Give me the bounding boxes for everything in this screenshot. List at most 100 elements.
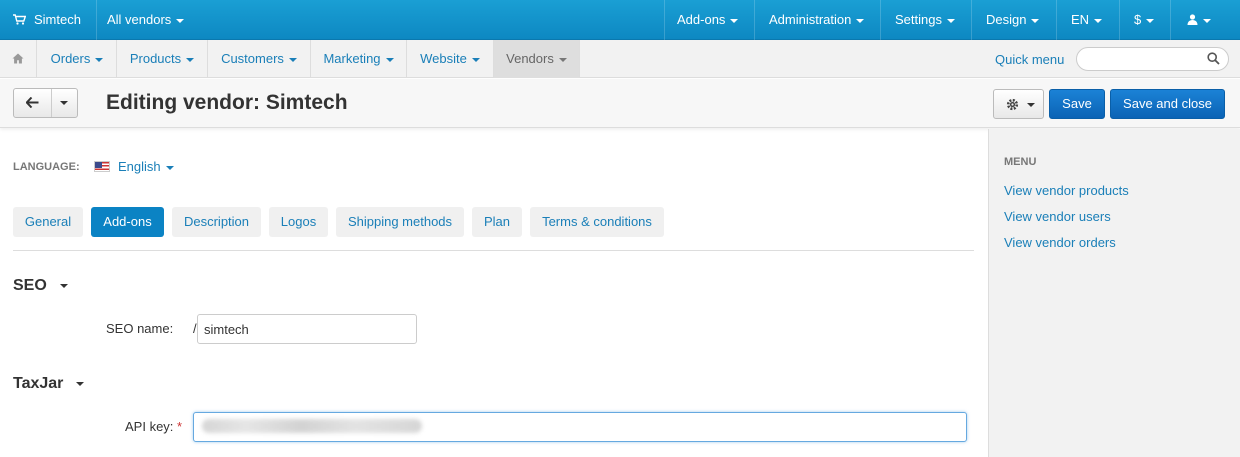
menu-settings[interactable]: Settings — [895, 0, 955, 40]
nav-tab-label: Products — [129, 51, 182, 66]
tab-description[interactable]: Description — [172, 207, 261, 237]
nav-tab-products[interactable]: Products — [117, 40, 208, 78]
language-value: English — [118, 159, 161, 174]
divider — [1056, 0, 1057, 40]
user-icon — [1187, 14, 1198, 25]
vendor-selector[interactable]: All vendors — [107, 0, 185, 40]
divider — [754, 0, 755, 40]
home-button[interactable] — [0, 40, 37, 78]
chevron-down-icon — [1146, 18, 1155, 23]
menu-currency[interactable]: $ — [1134, 0, 1155, 40]
tab-shipping-methods[interactable]: Shipping methods — [336, 207, 464, 237]
menu-label: Administration — [769, 12, 852, 27]
search-box[interactable] — [1076, 47, 1229, 71]
nav-tab-marketing[interactable]: Marketing — [311, 40, 407, 78]
chevron-down-icon — [1027, 103, 1035, 107]
tab-general[interactable]: General — [13, 207, 83, 237]
sidebar-heading: MENU — [1004, 156, 1037, 168]
save-and-close-button[interactable]: Save and close — [1110, 89, 1225, 119]
chevron-down-icon — [856, 18, 865, 23]
nav-tab-website[interactable]: Website — [407, 40, 494, 78]
divider — [664, 0, 665, 40]
chevron-down-icon — [176, 18, 185, 23]
quick-menu-link[interactable]: Quick menu — [995, 52, 1064, 67]
vendor-selector-label: All vendors — [107, 12, 172, 27]
seo-name-input[interactable] — [197, 314, 417, 344]
divider — [971, 0, 972, 40]
api-key-label: API key: * — [125, 419, 182, 434]
seo-name-label: SEO name: — [106, 321, 174, 336]
required-mark: * — [177, 419, 183, 434]
home-icon — [12, 53, 24, 64]
menu-administration[interactable]: Administration — [769, 0, 865, 40]
save-button[interactable]: Save — [1049, 89, 1105, 119]
sidebar-link-vendor-orders[interactable]: View vendor orders — [1004, 235, 1116, 250]
nav-tab-label: Vendors — [506, 51, 554, 66]
us-flag-icon — [94, 161, 110, 172]
user-menu[interactable] — [1187, 0, 1211, 40]
chevron-down-icon — [95, 57, 104, 62]
taxjar-section-toggle[interactable]: TaxJar — [13, 375, 85, 393]
tab-plan[interactable]: Plan — [472, 207, 522, 237]
nav-tab-label: Orders — [50, 51, 91, 66]
chevron-down-icon — [558, 57, 567, 62]
api-key-label-text: API key: — [125, 419, 174, 434]
divider — [1119, 0, 1120, 40]
menu-design[interactable]: Design — [986, 0, 1040, 40]
seo-section-toggle[interactable]: SEO — [13, 277, 68, 295]
search-input[interactable] — [1085, 51, 1203, 67]
divider — [1170, 0, 1171, 40]
tab-addons[interactable]: Add-ons — [91, 207, 164, 237]
nav-tab-orders[interactable]: Orders — [38, 40, 117, 78]
divider — [880, 0, 881, 40]
language-selector[interactable]: English — [118, 159, 174, 174]
obscured-api-key — [202, 419, 422, 433]
menu-label: EN — [1071, 12, 1090, 27]
sidebar-link-vendor-users[interactable]: View vendor users — [1004, 209, 1111, 224]
tab-logos[interactable]: Logos — [269, 207, 328, 237]
store-link[interactable]: Simtech — [13, 0, 81, 40]
section-title: TaxJar — [13, 375, 64, 392]
divider — [13, 250, 974, 251]
nav-tab-vendors[interactable]: Vendors — [494, 40, 580, 78]
menu-label: Add-ons — [677, 12, 726, 27]
top-bar: Simtech All vendors Add-ons Administrati… — [0, 0, 1240, 40]
chevron-down-icon — [59, 283, 68, 288]
menu-label: Design — [986, 12, 1027, 27]
sidebar — [988, 129, 1240, 457]
nav-tab-label: Website — [420, 51, 467, 66]
arrow-left-icon — [26, 97, 39, 108]
chevron-down-icon — [730, 18, 739, 23]
chevron-down-icon — [946, 18, 955, 23]
chevron-down-icon — [1031, 18, 1040, 23]
chevron-down-icon — [76, 381, 85, 386]
page-title: Editing vendor: Simtech — [106, 91, 348, 114]
back-dropdown-button[interactable] — [53, 89, 78, 117]
settings-dropdown-button[interactable] — [993, 89, 1044, 119]
menu-language[interactable]: EN — [1071, 0, 1103, 40]
menu-label: $ — [1134, 12, 1142, 27]
back-button[interactable] — [14, 89, 52, 117]
chevron-down-icon — [1203, 18, 1211, 23]
chevron-down-icon — [1094, 18, 1103, 23]
menu-addons[interactable]: Add-ons — [677, 0, 739, 40]
chevron-down-icon — [60, 101, 68, 105]
main-nav: Orders Products Customers Marketing Webs… — [0, 40, 1240, 78]
gear-icon — [1006, 98, 1019, 111]
chevron-down-icon — [165, 165, 174, 170]
search-icon[interactable] — [1207, 52, 1220, 65]
nav-tab-customers[interactable]: Customers — [208, 40, 311, 78]
chevron-down-icon — [385, 57, 394, 62]
sidebar-link-vendor-products[interactable]: View vendor products — [1004, 183, 1129, 198]
chevron-down-icon — [288, 57, 297, 62]
section-title: SEO — [13, 277, 47, 294]
nav-tab-label: Marketing — [323, 51, 381, 66]
chevron-down-icon — [471, 57, 480, 62]
cart-icon — [13, 14, 27, 25]
divider — [96, 0, 97, 40]
language-label: LANGUAGE: — [13, 161, 80, 173]
back-button-group — [13, 88, 78, 118]
chevron-down-icon — [186, 57, 195, 62]
nav-tab-label: Customers — [221, 51, 284, 66]
tab-terms-conditions[interactable]: Terms & conditions — [530, 207, 664, 237]
